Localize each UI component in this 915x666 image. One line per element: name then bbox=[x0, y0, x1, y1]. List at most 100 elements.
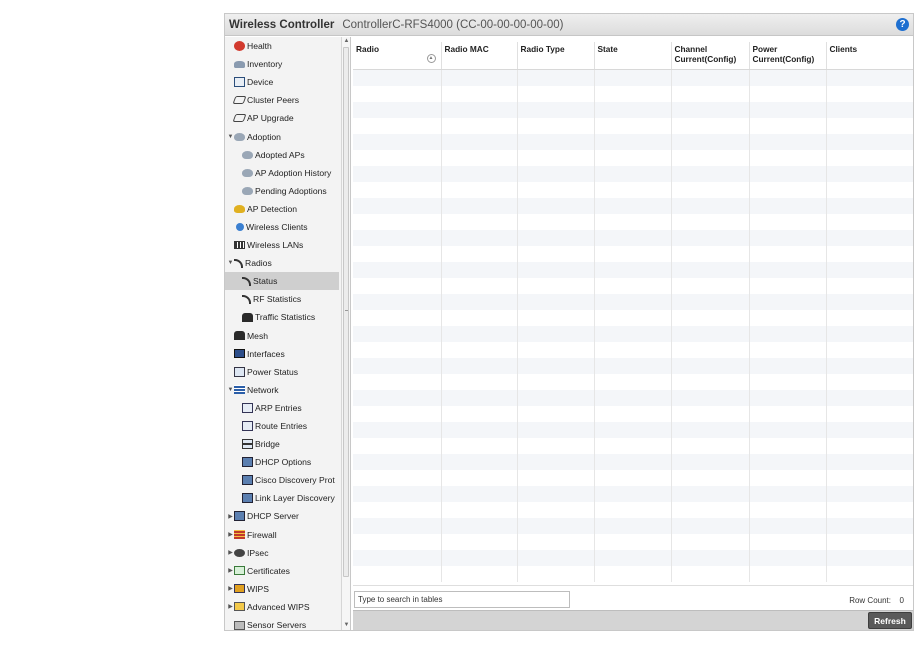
scrollbar-thumb[interactable] bbox=[343, 47, 349, 577]
table-cell bbox=[353, 149, 442, 166]
column-header-radio-mac[interactable]: Radio MAC bbox=[441, 42, 518, 70]
column-header-label: Radio MAC bbox=[444, 44, 489, 54]
collapse-arrow-icon[interactable]: ▶ bbox=[227, 549, 234, 556]
sidebar-item-route-entries[interactable]: Route Entries bbox=[225, 417, 339, 435]
table-cell bbox=[517, 533, 595, 550]
table-cell bbox=[749, 405, 827, 422]
table-cell bbox=[826, 213, 913, 230]
table-row bbox=[353, 133, 913, 150]
table-cell bbox=[749, 453, 827, 470]
sidebar-item-interfaces[interactable]: Interfaces bbox=[225, 345, 339, 363]
sidebar-item-wips[interactable]: ▶ WIPS bbox=[225, 580, 339, 598]
ap-upgrade-icon bbox=[232, 114, 247, 123]
sort-ascending-icon[interactable]: ▲ bbox=[426, 54, 436, 63]
table-footer: Row Count: 0 bbox=[353, 585, 913, 612]
sidebar-scrollbar[interactable]: ▲ ▼ bbox=[341, 37, 350, 630]
collapse-arrow-icon[interactable]: ▶ bbox=[227, 585, 234, 592]
refresh-button[interactable]: Refresh bbox=[868, 612, 912, 629]
sidebar-item-dhcp-options[interactable]: DHCP Options bbox=[225, 453, 339, 471]
table-cell bbox=[594, 453, 672, 470]
table-cell bbox=[749, 133, 827, 150]
scroll-down-arrow-icon[interactable]: ▼ bbox=[342, 621, 350, 630]
table-cell bbox=[353, 309, 442, 326]
table-cell bbox=[749, 197, 827, 214]
sidebar-item-radios[interactable]: ▼ Radios bbox=[225, 254, 339, 272]
scroll-up-arrow-icon[interactable]: ▲ bbox=[342, 37, 350, 46]
collapse-arrow-icon[interactable]: ▶ bbox=[227, 567, 234, 574]
sidebar-item-pending-adoptions[interactable]: Pending Adoptions bbox=[225, 182, 339, 200]
sidebar-item-cluster-peers[interactable]: Cluster Peers bbox=[225, 91, 339, 109]
sidebar-item-label: Firewall bbox=[247, 529, 277, 540]
sidebar-item-adoption[interactable]: ▼ Adoption bbox=[225, 127, 339, 145]
table-cell bbox=[441, 229, 518, 246]
table-search-input[interactable] bbox=[354, 591, 570, 608]
table-cell bbox=[749, 117, 827, 134]
table-cell bbox=[353, 405, 442, 422]
table-cell bbox=[517, 549, 595, 566]
table-cell bbox=[826, 533, 913, 550]
table-cell bbox=[517, 325, 595, 342]
sidebar-item-device[interactable]: Device bbox=[225, 73, 339, 91]
expand-arrow-icon[interactable]: ▼ bbox=[227, 387, 234, 393]
column-header-power-current-config[interactable]: Power Current(Config) bbox=[749, 42, 827, 70]
link-layer-discovery-icon bbox=[242, 493, 253, 504]
sidebar-item-dhcp-server[interactable]: ▶ DHCP Server bbox=[225, 507, 339, 525]
table-cell bbox=[671, 357, 750, 374]
sidebar-item-mesh[interactable]: Mesh bbox=[225, 327, 339, 345]
sidebar-item-certificates[interactable]: ▶ Certificates bbox=[225, 562, 339, 580]
sidebar-item-ipsec[interactable]: ▶ IPsec bbox=[225, 544, 339, 562]
sidebar-item-network[interactable]: ▼ Network bbox=[225, 381, 339, 399]
collapse-arrow-icon[interactable]: ▶ bbox=[227, 603, 234, 610]
collapse-arrow-icon[interactable]: ▶ bbox=[227, 513, 234, 520]
table-cell bbox=[594, 533, 672, 550]
column-header-state[interactable]: State bbox=[594, 42, 672, 70]
sidebar-item-status[interactable]: Status bbox=[225, 272, 339, 291]
sidebar-item-inventory[interactable]: Inventory bbox=[225, 55, 339, 73]
table-cell bbox=[517, 165, 595, 182]
sidebar-item-label: Cluster Peers bbox=[247, 95, 300, 106]
column-header-channel-current-config[interactable]: Channel Current(Config) bbox=[671, 42, 750, 70]
sidebar-item-label: Health bbox=[247, 41, 272, 52]
health-icon bbox=[234, 41, 245, 52]
table-row bbox=[353, 229, 913, 246]
sidebar-item-label: Traffic Statistics bbox=[255, 312, 316, 323]
expand-arrow-icon[interactable]: ▼ bbox=[227, 134, 234, 140]
table-cell bbox=[749, 213, 827, 230]
sidebar-item-advanced-wips[interactable]: ▶ Advanced WIPS bbox=[225, 598, 339, 616]
radio-status-icon bbox=[242, 276, 251, 286]
sidebar-item-traffic-statistics[interactable]: Traffic Statistics bbox=[225, 308, 339, 326]
sidebar-item-health[interactable]: Health bbox=[225, 37, 339, 55]
table-cell bbox=[749, 341, 827, 358]
sidebar-item-wireless-clients[interactable]: Wireless Clients bbox=[225, 218, 339, 236]
help-icon[interactable]: ? bbox=[896, 18, 909, 31]
column-header-label: Clients bbox=[829, 44, 858, 54]
expand-arrow-icon[interactable]: ▼ bbox=[227, 260, 234, 266]
sidebar-item-ap-adoption-history[interactable]: AP Adoption History bbox=[225, 164, 339, 182]
sidebar-item-firewall[interactable]: ▶ Firewall bbox=[225, 526, 339, 544]
column-header-radio-type[interactable]: Radio Type bbox=[517, 42, 595, 70]
mesh-icon bbox=[234, 331, 245, 341]
table-cell bbox=[594, 421, 672, 438]
table-cell bbox=[826, 309, 913, 326]
sidebar-item-power-status[interactable]: Power Status bbox=[225, 363, 339, 381]
table-cell bbox=[353, 485, 442, 502]
sidebar-item-arp-entries[interactable]: ARP Entries bbox=[225, 399, 339, 417]
sidebar-item-ap-detection[interactable]: AP Detection bbox=[225, 200, 339, 218]
collapse-arrow-icon[interactable]: ▶ bbox=[227, 531, 234, 538]
column-header-radio[interactable]: Radio ▲ bbox=[353, 42, 442, 70]
table-cell bbox=[517, 501, 595, 518]
traffic-statistics-icon bbox=[242, 312, 253, 322]
sidebar-item-bridge[interactable]: Bridge bbox=[225, 435, 339, 453]
table-cell bbox=[441, 421, 518, 438]
sidebar-item-sensor-servers[interactable]: Sensor Servers bbox=[225, 616, 339, 630]
sidebar-item-wireless-lans[interactable]: Wireless LANs bbox=[225, 236, 339, 254]
sidebar-item-ap-upgrade[interactable]: AP Upgrade bbox=[225, 109, 339, 127]
column-header-clients[interactable]: Clients bbox=[826, 42, 913, 70]
sidebar-item-link-layer-discovery[interactable]: Link Layer Discovery bbox=[225, 489, 339, 507]
sidebar-item-rf-statistics[interactable]: RF Statistics bbox=[225, 290, 339, 308]
table-cell bbox=[594, 549, 672, 566]
sidebar-item-cisco-discovery-prot[interactable]: Cisco Discovery Prot bbox=[225, 471, 339, 489]
title-bar: Wireless Controller ControllerC-RFS4000 … bbox=[225, 14, 913, 36]
sidebar-item-adopted-aps[interactable]: Adopted APs bbox=[225, 146, 339, 164]
table-row bbox=[353, 69, 913, 86]
